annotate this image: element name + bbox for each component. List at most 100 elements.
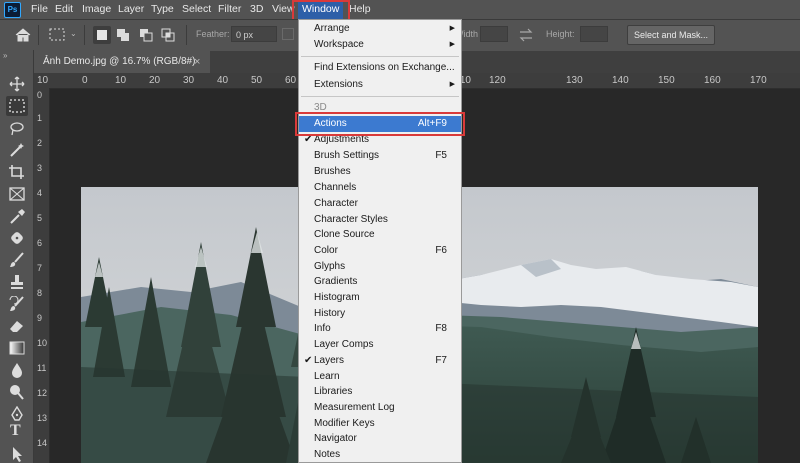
menu-item-label: Libraries: [314, 386, 353, 397]
menu-item-info[interactable]: Info F8: [299, 321, 461, 337]
clone-stamp-tool-icon[interactable]: [8, 274, 26, 290]
ruler-tick: 11: [37, 363, 47, 373]
feather-input[interactable]: 0 px: [231, 26, 277, 42]
chevron-down-icon[interactable]: ⌄: [70, 29, 77, 38]
ruler-tick: 5: [37, 213, 43, 223]
close-tab-icon[interactable]: ×: [194, 51, 200, 73]
rectangular-marquee-tool-icon[interactable]: [8, 98, 26, 114]
menu-item-gradients[interactable]: Gradients: [299, 274, 461, 290]
menu-item-glyphs[interactable]: Glyphs: [299, 259, 461, 275]
ruler-tick: 14: [37, 438, 48, 448]
menu-item-histogram[interactable]: Histogram: [299, 290, 461, 306]
menu-item-layers[interactable]: ✔ Layers F7: [299, 353, 461, 369]
menu-item-notes[interactable]: Notes: [299, 447, 461, 462]
menu-item-label: History: [314, 308, 346, 319]
width-label: Width:: [462, 29, 478, 39]
quick-selection-tool-icon[interactable]: [8, 142, 26, 158]
menu-item-brushes[interactable]: Brushes: [299, 164, 461, 180]
move-tool-icon[interactable]: [8, 76, 26, 92]
ruler-tick: 13: [37, 413, 48, 423]
menu-item-character-styles[interactable]: Character Styles: [299, 212, 461, 228]
dodge-tool-icon[interactable]: [8, 384, 26, 400]
ruler-tick: 0: [37, 90, 43, 100]
brush-tool-icon[interactable]: [8, 252, 26, 268]
menu-item-color[interactable]: Color F6: [299, 243, 461, 259]
history-brush-tool-icon[interactable]: [8, 296, 26, 312]
gradient-tool-icon[interactable]: [8, 340, 26, 356]
anti-alias-checkbox[interactable]: [282, 28, 294, 40]
menu-item-navigator[interactable]: Navigator: [299, 431, 461, 447]
menu-item-measurement-log[interactable]: Measurement Log: [299, 400, 461, 416]
frame-tool-icon[interactable]: [8, 186, 26, 202]
menu-item-layer-comps[interactable]: Layer Comps: [299, 337, 461, 353]
collapse-panel-icon[interactable]: »: [3, 51, 7, 60]
menu-item-shortcut: F6: [435, 245, 447, 256]
menu-item-shortcut: F5: [435, 150, 447, 161]
eyedropper-tool-icon[interactable]: [8, 208, 26, 224]
menu-item-history[interactable]: History: [299, 306, 461, 322]
menu-item-shortcut: F8: [435, 323, 447, 334]
menu-separator: [301, 96, 459, 97]
ruler-tick: 3: [37, 163, 43, 173]
vertical-ruler: 0 1 2 3 4 5 6 7 8 9 10 11 12 13 14: [34, 88, 50, 463]
select-and-mask-button[interactable]: Select and Mask...: [627, 25, 715, 45]
menu-item-find-extensions[interactable]: Find Extensions on Exchange...: [299, 60, 461, 76]
menu-item-label: Workspace: [314, 39, 364, 50]
subtract-from-selection-icon[interactable]: [139, 28, 155, 42]
width-input[interactable]: [480, 26, 508, 42]
menu-item-label: Measurement Log: [314, 402, 395, 413]
ruler-tick: 130: [566, 75, 583, 86]
path-selection-tool-icon[interactable]: [8, 446, 26, 462]
ruler-tick: 0: [82, 75, 88, 86]
divider: [38, 25, 39, 45]
menu-item-channels[interactable]: Channels: [299, 180, 461, 196]
menu-item-libraries[interactable]: Libraries: [299, 384, 461, 400]
menu-3d[interactable]: 3D: [250, 0, 263, 19]
lasso-tool-icon[interactable]: [8, 120, 26, 136]
menu-layer[interactable]: Layer: [118, 0, 144, 19]
menu-item-label: Find Extensions on Exchange...: [314, 62, 455, 73]
menu-item-label: Histogram: [314, 292, 360, 303]
menu-item-arrange[interactable]: Arrange ▶: [299, 21, 461, 37]
menu-item-label: Color: [314, 245, 338, 256]
eraser-tool-icon[interactable]: [8, 318, 26, 334]
menu-item-label: Brushes: [314, 166, 351, 177]
menu-item-modifier-keys[interactable]: Modifier Keys: [299, 416, 461, 432]
ruler-tick: 40: [217, 75, 229, 86]
menu-image[interactable]: Image: [82, 0, 111, 19]
crop-tool-icon[interactable]: [8, 164, 26, 180]
home-icon[interactable]: [14, 27, 32, 43]
menu-item-label: Brush Settings: [314, 150, 380, 161]
height-input[interactable]: [580, 26, 608, 42]
healing-brush-tool-icon[interactable]: [8, 230, 26, 246]
blur-tool-icon[interactable]: [8, 362, 26, 378]
width-label-text: Width:: [462, 29, 478, 39]
pen-tool-icon[interactable]: [8, 406, 26, 422]
swap-width-height-icon[interactable]: [518, 28, 534, 42]
type-tool-icon[interactable]: T: [10, 422, 21, 440]
menu-item-extensions[interactable]: Extensions ▶: [299, 77, 461, 93]
menu-item-learn[interactable]: Learn: [299, 369, 461, 385]
menu-item-label: Info: [314, 323, 331, 334]
new-selection-button[interactable]: [93, 26, 111, 44]
add-to-selection-icon[interactable]: [116, 28, 132, 42]
menu-item-label: Learn: [314, 371, 340, 382]
menu-item-brush-settings[interactable]: Brush Settings F5: [299, 148, 461, 164]
ruler-tick: 170: [750, 75, 767, 86]
ruler-tick: 10: [115, 75, 127, 86]
menu-item-clone-source[interactable]: Clone Source: [299, 227, 461, 243]
checkmark-icon: ✔: [304, 355, 313, 366]
ruler-tick: 4: [37, 188, 43, 198]
menu-item-character[interactable]: Character: [299, 196, 461, 212]
intersect-selection-icon[interactable]: [161, 28, 177, 42]
menu-item-workspace[interactable]: Workspace ▶: [299, 37, 461, 53]
document-tab[interactable]: Ảnh Demo.jpg @ 16.7% (RGB/8#): [34, 51, 210, 73]
feather-label: Feather:: [196, 29, 230, 39]
menu-select[interactable]: Select: [182, 0, 211, 19]
menu-edit[interactable]: Edit: [55, 0, 73, 19]
marquee-tool-preset-icon[interactable]: [49, 28, 67, 42]
menu-filter[interactable]: Filter: [218, 0, 241, 19]
menu-file[interactable]: File: [31, 0, 48, 19]
menu-type[interactable]: Type: [151, 0, 174, 19]
menu-help[interactable]: Help: [349, 0, 371, 19]
